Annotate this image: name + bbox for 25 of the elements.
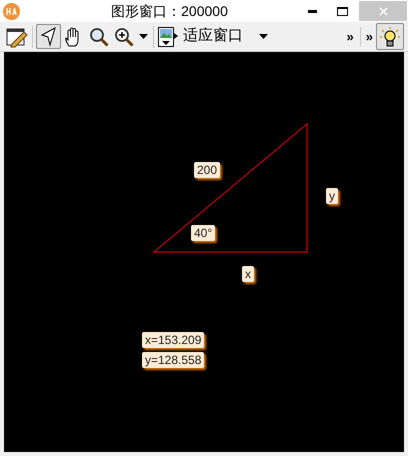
zoom-in-icon (114, 26, 134, 46)
fit-image-button[interactable] (157, 24, 179, 49)
view-mode-dropdown[interactable]: 适应窗口 (179, 24, 274, 49)
image-fit-icon (158, 26, 178, 46)
value-label: y (326, 188, 338, 204)
window-title: 图形窗口：200000 (111, 2, 228, 20)
pointer-tool-button[interactable] (36, 24, 61, 49)
hint-button[interactable] (376, 23, 404, 50)
search-icon (88, 26, 108, 46)
close-icon (378, 6, 388, 16)
value-label: x=153.209 (142, 332, 204, 348)
maximize-icon (336, 6, 348, 16)
value-label: 40° (191, 225, 216, 241)
value-label: x (242, 266, 254, 282)
value-label: 200 (194, 162, 220, 178)
pencil-board-icon (6, 26, 28, 48)
app-logo-icon (3, 2, 20, 20)
caret-icon (259, 34, 268, 39)
overflow-button[interactable]: » (344, 26, 361, 46)
minimize-icon (308, 10, 316, 12)
pointer-icon (40, 26, 58, 46)
lightbulb-icon (379, 26, 401, 48)
value-label: y=128.558 (142, 352, 204, 368)
overflow-button[interactable]: » (362, 26, 376, 46)
caret-icon (138, 34, 148, 39)
